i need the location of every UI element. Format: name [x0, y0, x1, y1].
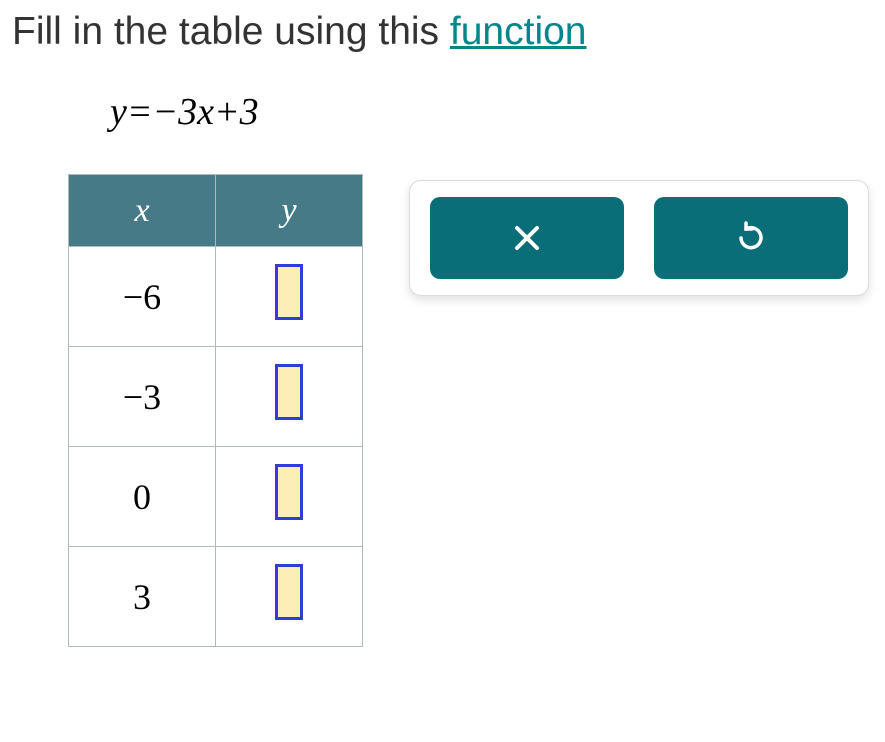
y-cell [216, 247, 363, 347]
prompt-text: Fill in the table using this function [0, 10, 885, 54]
y-cell [216, 547, 363, 647]
x-cell: −6 [69, 247, 216, 347]
toolbar [409, 180, 869, 296]
undo-icon [733, 220, 769, 256]
equation: y=−3x+3 [0, 90, 885, 134]
close-button[interactable] [430, 197, 624, 279]
function-table: x y −6 −3 0 3 [68, 174, 363, 647]
answer-input[interactable] [275, 464, 303, 520]
x-cell: −3 [69, 347, 216, 447]
y-cell [216, 447, 363, 547]
function-link[interactable]: function [450, 10, 587, 53]
answer-input[interactable] [275, 364, 303, 420]
answer-input[interactable] [275, 264, 303, 320]
undo-button[interactable] [654, 197, 848, 279]
header-y: y [216, 175, 363, 247]
table-row: −6 [69, 247, 363, 347]
table-row: 3 [69, 547, 363, 647]
close-icon [511, 222, 543, 254]
table-row: −3 [69, 347, 363, 447]
header-x: x [69, 175, 216, 247]
x-cell: 3 [69, 547, 216, 647]
prompt-prefix: Fill in the table using this [12, 10, 450, 53]
table-row: 0 [69, 447, 363, 547]
x-cell: 0 [69, 447, 216, 547]
y-cell [216, 347, 363, 447]
answer-input[interactable] [275, 564, 303, 620]
